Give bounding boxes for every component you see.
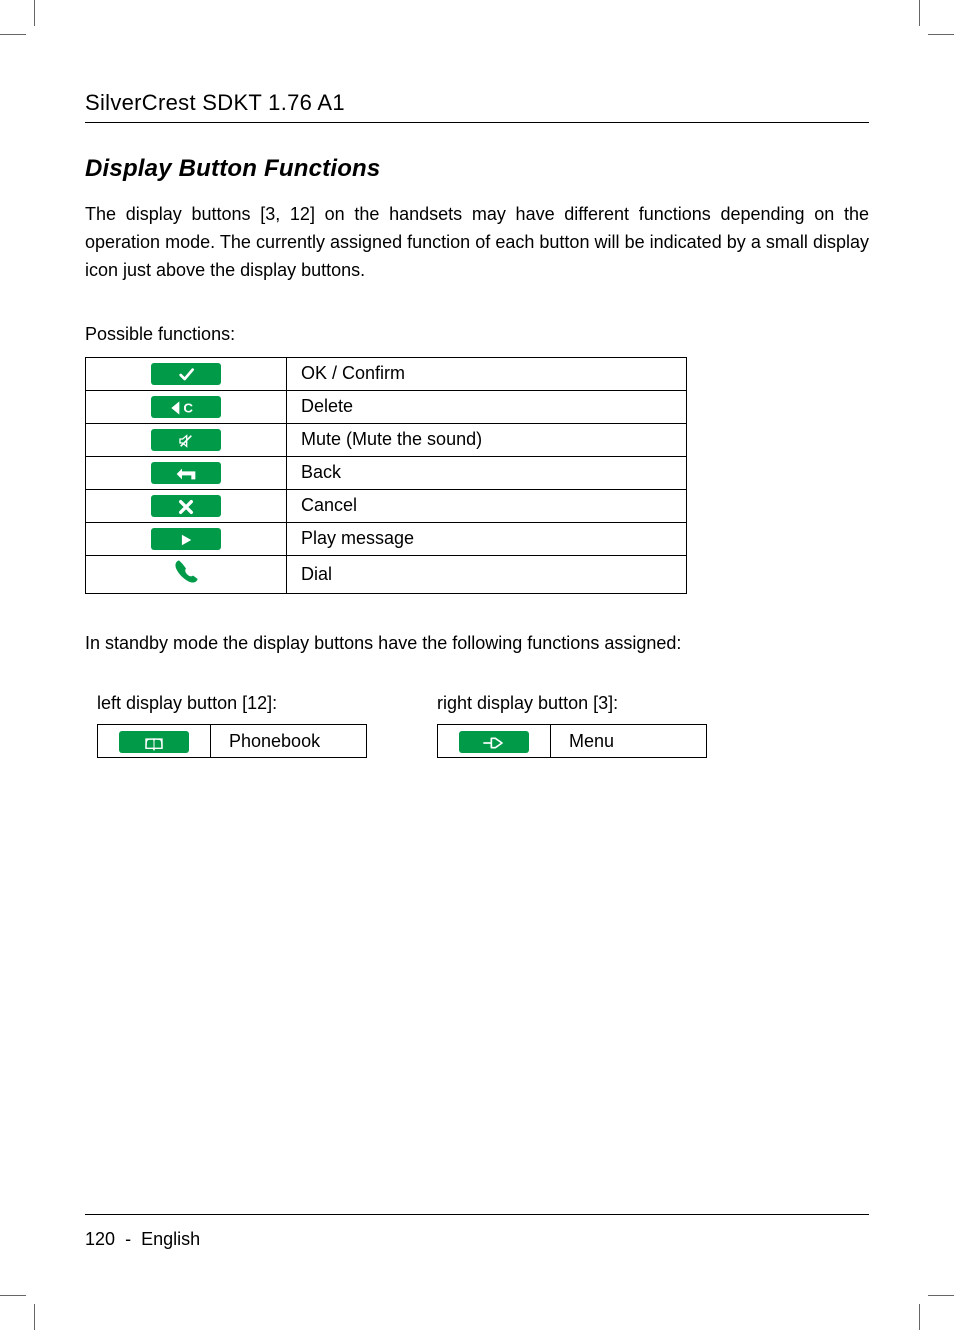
crop-mark <box>0 34 26 35</box>
page-header: SilverCrest SDKT 1.76 A1 <box>85 90 869 123</box>
delete-icon: C <box>151 396 221 418</box>
crop-mark <box>928 1295 954 1296</box>
icon-cell <box>86 522 287 555</box>
table-row: Play message <box>86 522 687 555</box>
right-button-label: Menu <box>551 725 707 758</box>
icon-cell <box>86 456 287 489</box>
icon-cell <box>98 725 211 758</box>
icon-cell <box>86 357 287 390</box>
dial-icon <box>172 570 200 590</box>
function-label: Delete <box>287 390 687 423</box>
crop-mark <box>34 0 35 26</box>
standby-intro: In standby mode the display buttons have… <box>85 630 869 658</box>
left-button-label: Phonebook <box>211 725 367 758</box>
play-icon <box>151 528 221 550</box>
functions-table: OK / Confirm C Delete Mute (Mute the sou… <box>85 357 687 594</box>
phonebook-icon <box>119 731 189 753</box>
icon-cell: C <box>86 390 287 423</box>
right-button-table: Menu <box>437 724 707 758</box>
function-label: Back <box>287 456 687 489</box>
intro-paragraph: The display buttons [3, 12] on the hands… <box>85 201 869 285</box>
page-number: 120 <box>85 1229 115 1249</box>
cancel-icon <box>151 495 221 517</box>
table-row: Menu <box>438 725 707 758</box>
standby-columns: left display button [12]: Phonebook righ… <box>85 693 869 758</box>
right-button-caption: right display button [3]: <box>437 693 707 714</box>
crop-mark <box>0 1295 26 1296</box>
footer-language: English <box>141 1229 200 1249</box>
page: SilverCrest SDKT 1.76 A1 Display Button … <box>0 0 954 1330</box>
crop-mark <box>919 0 920 26</box>
function-label: OK / Confirm <box>287 357 687 390</box>
table-row: Back <box>86 456 687 489</box>
icon-cell <box>86 489 287 522</box>
icon-cell <box>86 423 287 456</box>
footer-sep: - <box>125 1229 131 1249</box>
function-label: Mute (Mute the sound) <box>287 423 687 456</box>
page-footer: 120 - English <box>85 1214 869 1250</box>
check-icon <box>151 363 221 385</box>
table-row: OK / Confirm <box>86 357 687 390</box>
table-row: Phonebook <box>98 725 367 758</box>
icon-cell <box>86 555 287 593</box>
table-row: Dial <box>86 555 687 593</box>
left-button-table: Phonebook <box>97 724 367 758</box>
icon-cell <box>438 725 551 758</box>
crop-mark <box>34 1304 35 1330</box>
function-label: Dial <box>287 555 687 593</box>
section-title: Display Button Functions <box>85 155 869 183</box>
menu-icon <box>459 731 529 753</box>
back-icon <box>151 462 221 484</box>
svg-text:C: C <box>183 401 193 416</box>
crop-mark <box>928 34 954 35</box>
function-label: Play message <box>287 522 687 555</box>
mute-icon <box>151 429 221 451</box>
function-label: Cancel <box>287 489 687 522</box>
table-row: Cancel <box>86 489 687 522</box>
table-row: Mute (Mute the sound) <box>86 423 687 456</box>
left-button-caption: left display button [12]: <box>97 693 367 714</box>
table-row: C Delete <box>86 390 687 423</box>
crop-mark <box>919 1304 920 1330</box>
possible-functions-label: Possible functions: <box>85 321 869 349</box>
